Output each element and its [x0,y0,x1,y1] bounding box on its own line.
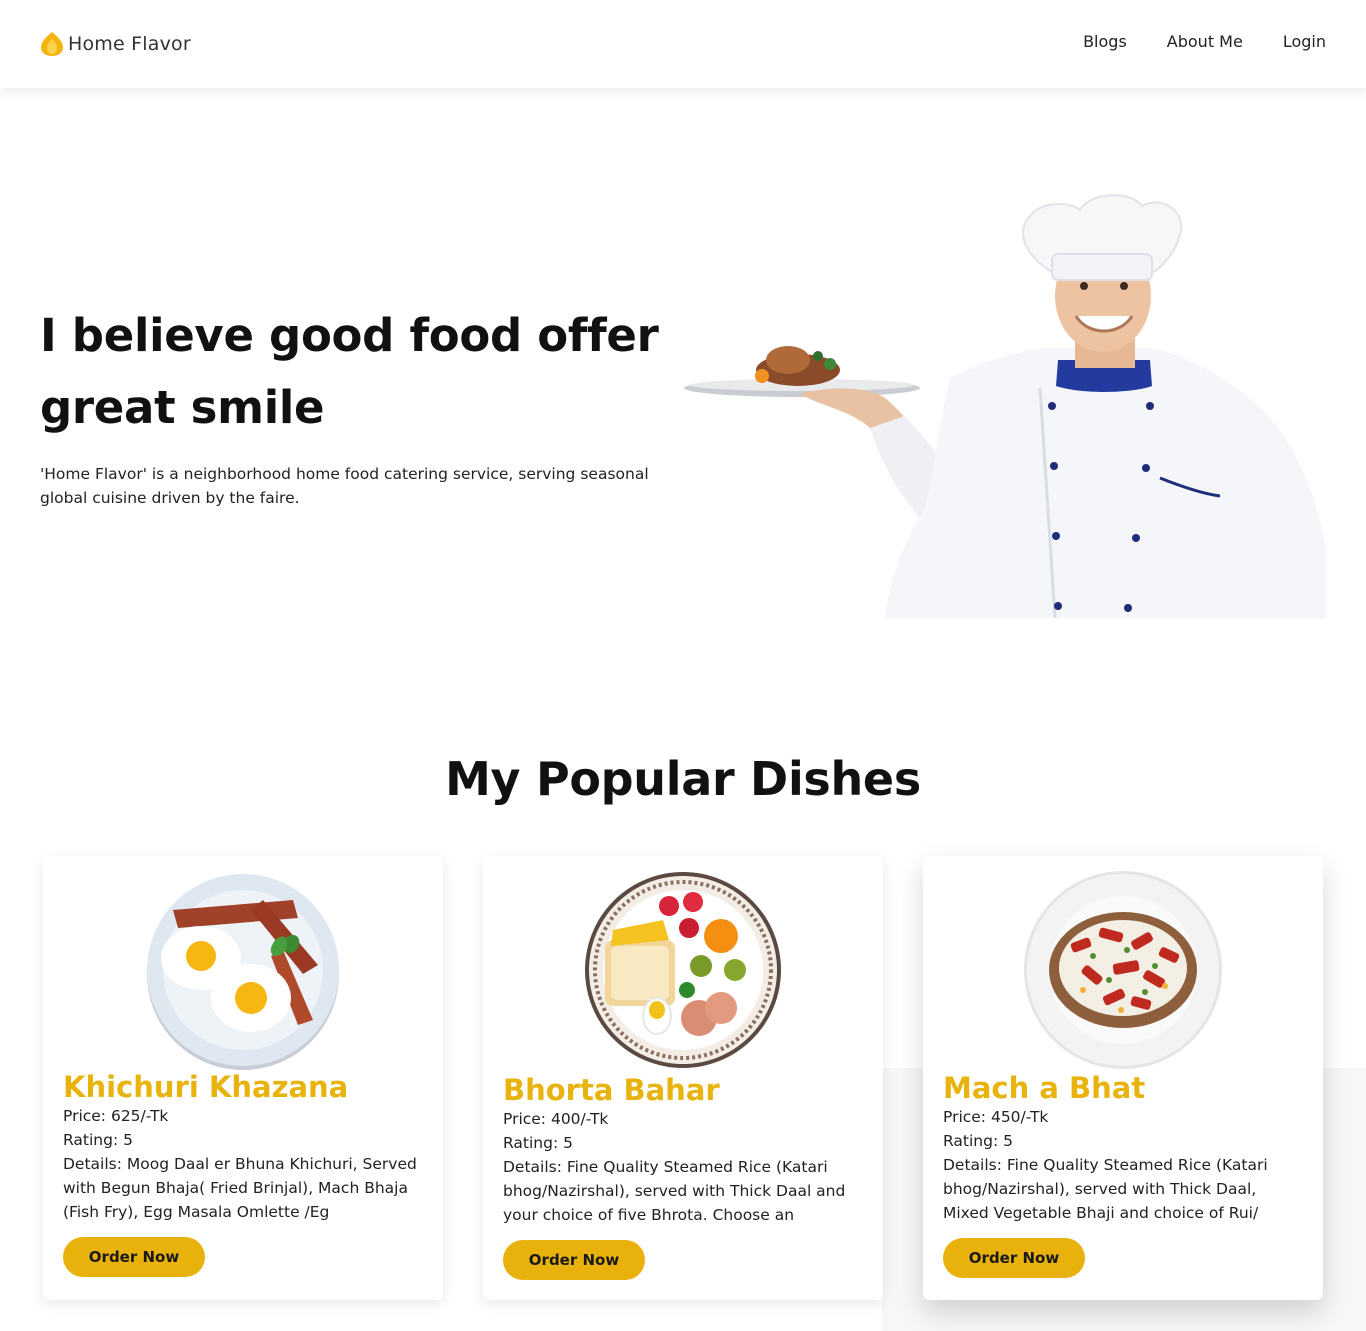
nav-blogs[interactable]: Blogs [1083,32,1127,51]
chef-image [684,194,1326,618]
nav-login[interactable]: Login [1283,32,1326,51]
flame-icon [41,32,63,56]
main-nav: Blogs About Me Login [1083,32,1326,51]
order-now-button[interactable]: Order Now [503,1240,645,1280]
dish-card: Mach a Bhat Price: 450/-Tk Rating: 5 Det… [923,856,1323,1300]
nav-about-me[interactable]: About Me [1167,32,1243,51]
dish-info: Price: 400/-Tk Rating: 5 Details: Fine Q… [503,1107,865,1227]
hero-title-line2: great smile [40,381,325,434]
dish-rating: Rating: 5 [63,1131,133,1149]
dish-price: Price: 400/-Tk [503,1110,609,1128]
dish-image [147,874,339,1070]
brand-logo[interactable]: Home Flavor [40,30,191,58]
dish-name: Mach a Bhat [943,1071,1146,1105]
hero-title-line1: I believe good food offer [40,309,659,362]
dish-image [585,872,781,1068]
order-now-button[interactable]: Order Now [943,1238,1085,1278]
section-title: My Popular Dishes [445,752,921,806]
dish-rating: Rating: 5 [503,1134,573,1152]
dish-details: Details: Moog Daal er Bhuna Khichuri, Se… [63,1155,417,1221]
hero-description: 'Home Flavor' is a neighborhood home foo… [40,465,649,507]
dish-card: Khichuri Khazana Price: 625/-Tk Rating: … [43,856,443,1300]
brand-name: Home Flavor [68,33,191,55]
dish-card: Bhorta Bahar Price: 400/-Tk Rating: 5 De… [483,856,883,1300]
site-header: Home Flavor Blogs About Me Login [0,0,1366,88]
hero-title: I believe good food offer great smile [40,300,680,444]
dish-info: Price: 450/-Tk Rating: 5 Details: Fine Q… [943,1105,1305,1225]
dish-name: Bhorta Bahar [503,1073,720,1107]
order-now-button[interactable]: Order Now [63,1237,205,1277]
dish-price: Price: 625/-Tk [63,1107,169,1125]
dish-details: Details: Fine Quality Steamed Rice (Kata… [943,1156,1268,1222]
dish-image [1024,871,1222,1069]
dish-info: Price: 625/-Tk Rating: 5 Details: Moog D… [63,1104,425,1224]
dish-details: Details: Fine Quality Steamed Rice (Kata… [503,1158,846,1224]
dish-price: Price: 450/-Tk [943,1108,1049,1126]
dish-rating: Rating: 5 [943,1132,1013,1150]
dish-name: Khichuri Khazana [63,1070,349,1104]
